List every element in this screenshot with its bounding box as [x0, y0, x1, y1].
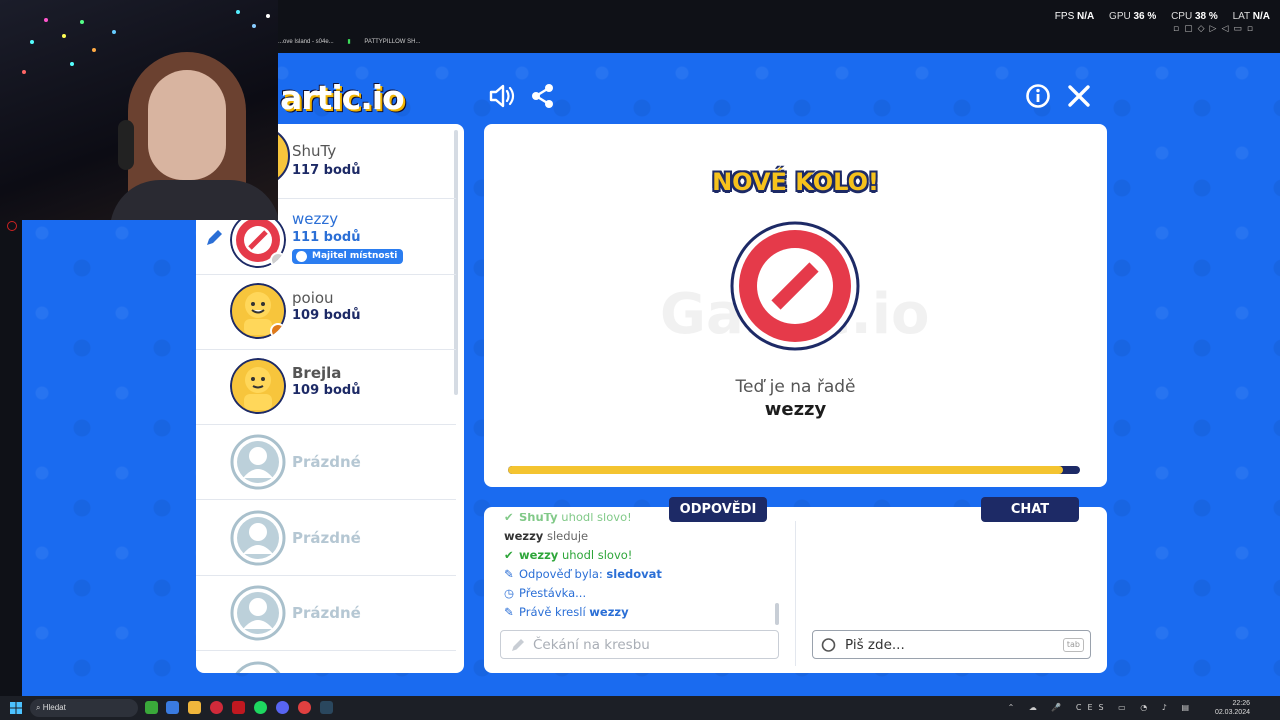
answer-placeholder: Čekání na kresbu: [533, 637, 650, 653]
chat-input[interactable]: Piš zde... tab: [812, 630, 1091, 659]
room-owner-badge: Majitel místnosti: [292, 249, 404, 264]
discord-app-icon[interactable]: [276, 701, 289, 714]
browser-tab-strip: ...ove Island - s04e... ▮ PATTYPILLOW SH…: [278, 38, 432, 45]
avatar: [230, 283, 286, 339]
player-name: wezzy: [292, 210, 339, 228]
player-score: 111 bodů: [292, 230, 361, 245]
record-icon: [7, 221, 17, 231]
obs-app-icon[interactable]: [298, 701, 311, 714]
folder-app-icon[interactable]: [188, 701, 201, 714]
log-line: ✎ Odpověď byla: sledovat: [504, 565, 774, 584]
player-name: Brejla: [292, 364, 342, 382]
performance-overlay: FPS N/A GPU 36 % CPU 38 % LAT N/A: [1055, 11, 1270, 22]
system-tray[interactable]: ⌃ ☁ 🎤 CES ▭ ◔ ♪ ▤: [1008, 703, 1195, 712]
drawing-canvas[interactable]: Gartic.io NOVÉ KOLO! Teď je na řadě wezz…: [484, 124, 1107, 487]
empty-avatar-icon: [230, 585, 286, 641]
pencil-icon: ✎: [504, 567, 514, 581]
game-app-icon[interactable]: [232, 701, 245, 714]
avatar: [230, 358, 286, 414]
empty-slot: Prázdné: [196, 425, 456, 500]
panel-divider: [795, 521, 796, 666]
answers-log: ✔ ShuTy uhodl slovo! wezzy sleduje ✔ wezzy…: [504, 513, 774, 622]
clock-time: 22:26: [1232, 700, 1250, 707]
search-label: Hledat: [42, 703, 66, 712]
lat-value: N/A: [1252, 11, 1270, 22]
avatar: [230, 212, 286, 268]
log-line: wezzy sleduje: [504, 529, 589, 543]
gpu-label: GPU: [1109, 11, 1131, 22]
taskbar-clock[interactable]: 22:26 02.03.2024: [1215, 699, 1250, 717]
answers-scrollbar[interactable]: [775, 603, 779, 625]
steam-app-icon[interactable]: [320, 701, 333, 714]
pencil-icon: [512, 639, 524, 651]
player-row: poiou 109 bodů: [196, 275, 456, 350]
current-drawer-avatar: [730, 221, 860, 351]
player-score: 109 bodů: [292, 383, 361, 398]
tab-chat[interactable]: CHAT: [981, 497, 1079, 522]
browser-tab[interactable]: ...ove Island - s04e...: [278, 39, 334, 45]
player-row: Brejla 109 bodů: [196, 350, 456, 425]
browser-tab[interactable]: ▮: [347, 39, 352, 45]
empty-avatar-icon: [230, 510, 286, 566]
log-line: ✔ wezzy uhodl slovo!: [504, 546, 774, 565]
search-icon: ⌕: [36, 703, 41, 712]
xbox-app-icon[interactable]: [145, 701, 158, 714]
pencil-icon: ✎: [504, 605, 514, 619]
lat-label: LAT: [1232, 11, 1250, 22]
fps-label: FPS: [1054, 11, 1075, 22]
overlay-toolbar-icons: ▫▢◇▷◁▭▫: [1173, 24, 1258, 34]
taskbar-search[interactable]: ⌕ Hledat: [30, 699, 138, 717]
empty-avatar-icon: [235, 661, 281, 673]
windows-start-icon[interactable]: [10, 702, 22, 714]
chat-placeholder: Piš zde...: [845, 637, 905, 653]
empty-slot: Prázdné: [196, 576, 456, 651]
info-icon[interactable]: [1024, 82, 1052, 110]
os-taskbar: ⌕ Hledat ⌃ ☁ 🎤 CES ▭ ◔ ♪ ▤ 22:26 02.03.2…: [0, 696, 1280, 720]
turn-label: Teď je na řadě: [735, 377, 856, 397]
round-progress-bar: [508, 466, 1080, 474]
empty-avatar-icon: [230, 434, 286, 490]
empty-slot-label: Prázdné: [292, 604, 361, 622]
check-icon: ✔: [504, 548, 514, 562]
player-name: ShuTy: [292, 142, 337, 160]
cpu-value: 38 %: [1194, 11, 1218, 22]
log-line: ✎ Právě kreslí wezzy: [504, 603, 774, 622]
smile-icon: [296, 251, 307, 262]
sound-icon[interactable]: [488, 82, 516, 110]
answer-input[interactable]: Čekání na kresbu: [500, 630, 779, 659]
clock-date: 02.03.2024: [1214, 709, 1250, 716]
close-icon[interactable]: [1065, 82, 1093, 110]
player-score: 117 bodů: [292, 163, 361, 178]
webcam-overlay: [0, 0, 278, 220]
player-name: poiou: [292, 289, 334, 307]
new-round-title: NOVÉ KOLO!: [712, 168, 879, 196]
turn-player-name: wezzy: [764, 399, 827, 420]
gpu-value: 36 %: [1133, 11, 1157, 22]
empty-slot-label: Prázdné: [292, 453, 361, 471]
clock-icon: ◷: [504, 586, 515, 600]
tab-answers[interactable]: ODPOVĚDI: [669, 497, 767, 522]
browser-app-icon[interactable]: [166, 701, 179, 714]
browser-tab-label[interactable]: PATTYPILLOW SH...: [364, 39, 420, 45]
pencil-icon: [207, 230, 222, 245]
progress-fill: [508, 466, 1063, 474]
game-logo[interactable]: artic.io: [280, 78, 405, 117]
opera-app-icon[interactable]: [210, 701, 223, 714]
chat-bubble-icon: [821, 638, 836, 652]
empty-slot-label: Prázdné: [292, 529, 361, 547]
answers-chat-panel: ✔ ShuTy uhodl slovo! wezzy sleduje ✔ wezzy…: [484, 507, 1107, 673]
player-score: 109 bodů: [292, 308, 361, 323]
spotify-app-icon[interactable]: [254, 701, 267, 714]
empty-slot: [196, 652, 456, 673]
share-icon[interactable]: [529, 82, 557, 110]
tab-key-hint: tab: [1062, 638, 1084, 652]
cpu-label: CPU: [1171, 11, 1193, 22]
empty-slot: Prázdné: [196, 501, 456, 576]
fps-value: N/A: [1077, 11, 1095, 22]
log-line: ◷ Přestávka...: [504, 584, 774, 603]
